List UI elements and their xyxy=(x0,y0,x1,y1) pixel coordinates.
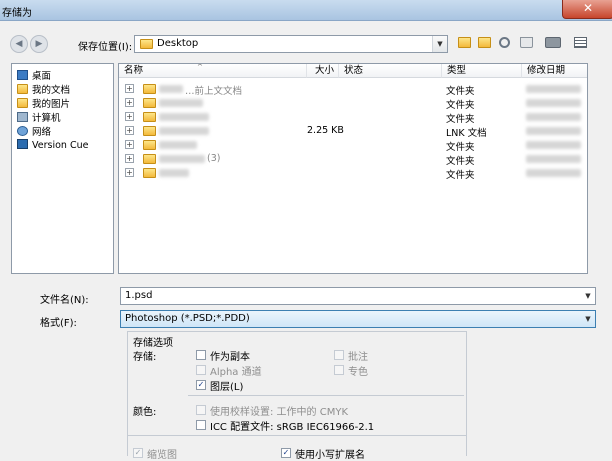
thumbnail-label: 缩览图 xyxy=(147,450,177,461)
folder-icon xyxy=(143,168,156,178)
forward-button[interactable]: ▶ xyxy=(30,35,48,53)
expand-icon[interactable]: + xyxy=(125,126,134,135)
thumbnail-checkbox[interactable]: ✓ xyxy=(133,448,143,458)
spot-label: 专色 xyxy=(348,367,368,378)
folder-icon xyxy=(143,84,156,94)
expand-icon[interactable]: + xyxy=(125,168,134,177)
close-button[interactable]: ✕ xyxy=(562,0,612,19)
chevron-down-icon[interactable]: ▼ xyxy=(432,36,447,52)
spot-checkbox[interactable] xyxy=(334,365,344,375)
sidebar-item-documents[interactable]: 我的文档 xyxy=(17,82,70,96)
places-sidebar: 桌面 我的文档 我的图片 计算机 网络 Version Cue xyxy=(11,63,114,274)
sort-asc-icon: ^ xyxy=(197,63,203,71)
up-folder-icon[interactable] xyxy=(458,37,471,48)
sidebar-item-desktop[interactable]: 桌面 xyxy=(17,68,51,82)
format-label: 格式(F): xyxy=(40,318,77,329)
layers-label: 图层(L) xyxy=(210,382,244,393)
file-type: 文件夹 xyxy=(446,156,475,167)
file-type: LNK 文档 xyxy=(446,128,487,139)
as-copy-label: 作为副本 xyxy=(210,352,250,363)
chevron-down-icon[interactable]: ▼ xyxy=(581,311,595,327)
annotations-label: 批注 xyxy=(348,352,368,363)
version-cue-icon xyxy=(17,139,28,149)
table-row[interactable]: + 文件夹 xyxy=(119,138,587,153)
sidebar-item-pictures[interactable]: 我的图片 xyxy=(17,96,70,110)
desktop-icon xyxy=(17,70,28,80)
new-folder-icon[interactable] xyxy=(478,37,491,48)
folder-icon xyxy=(143,112,156,122)
table-row[interactable]: + …前上文文档 文件夹 xyxy=(119,82,587,97)
save-location-select[interactable]: Desktop ▼ xyxy=(134,35,448,53)
tools-icon[interactable] xyxy=(545,37,561,48)
file-type: 文件夹 xyxy=(446,100,475,111)
table-row[interactable]: + 文件夹 xyxy=(119,166,587,181)
save-location-label: 保存位置(I): xyxy=(78,42,133,53)
title-bar: 存储为 ✕ xyxy=(0,0,612,21)
alpha-label: Alpha 通道 xyxy=(210,367,262,378)
color-label: 颜色: xyxy=(133,407,157,418)
filename-input[interactable]: 1.psd ▼ xyxy=(120,287,596,305)
format-value: Photoshop (*.PSD;*.PDD) xyxy=(125,313,250,324)
filename-label: 文件名(N): xyxy=(40,295,89,306)
table-row[interactable]: + 2.25 KB LNK 文档 xyxy=(119,124,587,139)
filename-value: 1.psd xyxy=(125,290,153,301)
icc-label: ICC 配置文件: sRGB IEC61966-2.1 xyxy=(210,422,375,433)
lowercase-ext-checkbox[interactable]: ✓ xyxy=(281,448,291,458)
chevron-down-icon[interactable]: ▼ xyxy=(581,288,595,304)
proof-checkbox[interactable] xyxy=(196,405,206,415)
file-type: 文件夹 xyxy=(446,86,475,97)
column-header-modified[interactable]: 修改日期 xyxy=(522,64,587,78)
file-size: 2.25 KB xyxy=(307,125,344,136)
expand-icon[interactable]: + xyxy=(125,84,134,93)
save-options-group: 存储选项 存储: 作为副本 批注 Alpha 通道 专色 ✓ 图层(L) 颜色:… xyxy=(127,331,467,461)
folder-icon xyxy=(143,140,156,150)
refresh-icon[interactable] xyxy=(499,37,510,48)
table-row[interactable]: + (3) 文件夹 xyxy=(119,152,587,167)
documents-icon xyxy=(17,84,28,94)
table-row[interactable]: + 文件夹 xyxy=(119,110,587,125)
column-header-name[interactable]: 名称 ^ xyxy=(119,64,307,78)
save-label: 存储: xyxy=(133,352,157,363)
icc-checkbox[interactable] xyxy=(196,420,206,430)
folder-icon xyxy=(140,39,153,49)
expand-icon[interactable]: + xyxy=(125,112,134,121)
sidebar-item-computer[interactable]: 计算机 xyxy=(17,110,61,124)
sidebar-item-version-cue[interactable]: Version Cue xyxy=(17,139,88,152)
expand-icon[interactable]: + xyxy=(125,98,134,107)
file-type: 文件夹 xyxy=(446,170,475,181)
sidebar-item-network[interactable]: 网络 xyxy=(17,124,51,138)
network-icon xyxy=(17,126,28,136)
folder-icon xyxy=(143,154,156,164)
annotations-checkbox[interactable] xyxy=(334,350,344,360)
save-location-value: Desktop xyxy=(157,38,199,49)
expand-icon[interactable]: + xyxy=(125,154,134,163)
divider xyxy=(128,435,466,436)
as-copy-checkbox[interactable] xyxy=(196,350,206,360)
divider xyxy=(188,395,464,396)
layers-checkbox[interactable]: ✓ xyxy=(196,380,206,390)
file-name: (3) xyxy=(207,153,221,164)
expand-icon[interactable]: + xyxy=(125,140,134,149)
back-button[interactable]: ◀ xyxy=(10,35,28,53)
proof-label: 使用校样设置: 工作中的 CMYK xyxy=(210,407,349,418)
delete-icon[interactable] xyxy=(520,37,533,48)
file-type: 文件夹 xyxy=(446,114,475,125)
format-select[interactable]: Photoshop (*.PSD;*.PDD) ▼ xyxy=(120,310,596,328)
alpha-checkbox[interactable] xyxy=(196,365,206,375)
column-header-size[interactable]: 大小 xyxy=(307,64,339,78)
lowercase-ext-label: 使用小写扩展名 xyxy=(295,450,365,461)
file-name: …前上文文档 xyxy=(185,86,243,97)
column-header-type[interactable]: 类型 xyxy=(442,64,522,78)
view-menu-icon[interactable] xyxy=(574,37,587,48)
file-type: 文件夹 xyxy=(446,142,475,153)
file-list[interactable]: 名称 ^ 大小 状态 类型 修改日期 + …前上文文档 文件夹 + 文件夹 + 文… xyxy=(118,63,588,274)
save-options-title: 存储选项 xyxy=(133,338,173,349)
table-row[interactable]: + 文件夹 xyxy=(119,96,587,111)
column-header-status[interactable]: 状态 xyxy=(339,64,442,78)
folder-icon xyxy=(143,126,156,136)
computer-icon xyxy=(17,112,28,122)
pictures-icon xyxy=(17,98,28,108)
window-title: 存储为 xyxy=(2,8,32,19)
folder-icon xyxy=(143,98,156,108)
